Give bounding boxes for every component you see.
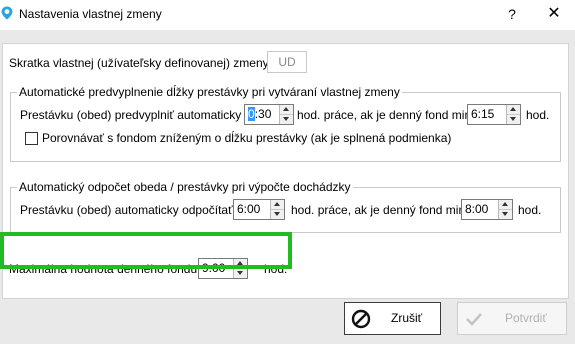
auto-deduct-break-label: Prestávku (obed) automaticky odpočítať p… [20, 203, 250, 217]
location-pin-icon [1, 6, 13, 20]
shortcut-field: UD [267, 51, 307, 73]
checkmark-icon [466, 313, 482, 326]
shortcut-label: Skratka vlastnej (užívateľsky definovane… [9, 56, 272, 70]
auto-fill-mid-label: hod. práce, ak je denný fond min. [297, 108, 475, 122]
stepper-up-button[interactable] [280, 105, 293, 115]
auto-fill-break-label: Prestávku (obed) predvyplniť automaticky… [20, 108, 258, 122]
auto-deduct-after-value: 6:00 [237, 202, 261, 216]
title-bar: Nastavenia vlastnej zmeny ? ✕ [0, 0, 575, 30]
auto-fill-fund-value: 6:15 [471, 107, 495, 121]
auto-fill-break-stepper[interactable]: 0:30 [244, 104, 294, 125]
stepper-down-button[interactable] [271, 210, 284, 219]
auto-deduct-fund-value: 8:00 [465, 202, 489, 216]
confirm-button-label: Potvrdiť [505, 311, 547, 325]
stepper-down-button[interactable] [234, 269, 247, 278]
confirm-button[interactable]: Potvrdiť [457, 302, 567, 335]
auto-fill-fund-stepper[interactable]: 6:15 [467, 104, 521, 125]
auto-fill-unit-label: hod. [526, 108, 550, 122]
auto-deduct-group-title: Automatický odpočet obeda / prestávky pr… [17, 180, 353, 194]
auto-fill-group-title: Automatické predvyplnenie dĺžky prestávk… [17, 85, 402, 99]
auto-deduct-unit-label: hod. [518, 203, 542, 217]
stepper-buttons [270, 200, 284, 219]
auto-fill-break-value: 0:30 [248, 107, 272, 121]
cancel-button-label: Zrušiť [391, 311, 423, 325]
auto-deduct-mid-label: hod. práce, ak je denný fond min. [291, 203, 469, 217]
auto-deduct-after-stepper[interactable]: 6:00 [233, 199, 285, 220]
compare-reduced-fund-checkbox[interactable] [25, 132, 38, 145]
stepper-buttons [279, 105, 293, 124]
help-button[interactable]: ? [500, 0, 524, 28]
stepper-down-button[interactable] [499, 210, 512, 219]
window-title: Nastavenia vlastnej zmeny [19, 7, 162, 21]
auto-fill-group: Automatické predvyplnenie dĺžky prestávk… [10, 85, 561, 162]
dialog-body: Skratka vlastnej (užívateľsky definovane… [0, 30, 575, 344]
auto-deduct-fund-stepper[interactable]: 8:00 [461, 199, 513, 220]
max-fund-highlight [0, 232, 292, 269]
stepper-buttons [506, 105, 520, 124]
cancel-circle-icon [351, 309, 371, 329]
stepper-down-button[interactable] [507, 115, 520, 124]
stepper-down-button[interactable] [280, 115, 293, 124]
auto-deduct-group: Automatický odpočet obeda / prestávky pr… [10, 180, 561, 233]
stepper-up-button[interactable] [499, 200, 512, 210]
compare-reduced-fund-label: Porovnávať s fondom zníženým o dĺžku pre… [42, 131, 452, 145]
cancel-button[interactable]: Zrušiť [344, 302, 441, 335]
stepper-up-button[interactable] [271, 200, 284, 210]
stepper-buttons [498, 200, 512, 219]
close-button[interactable]: ✕ [541, 0, 567, 28]
stepper-up-button[interactable] [507, 105, 520, 115]
